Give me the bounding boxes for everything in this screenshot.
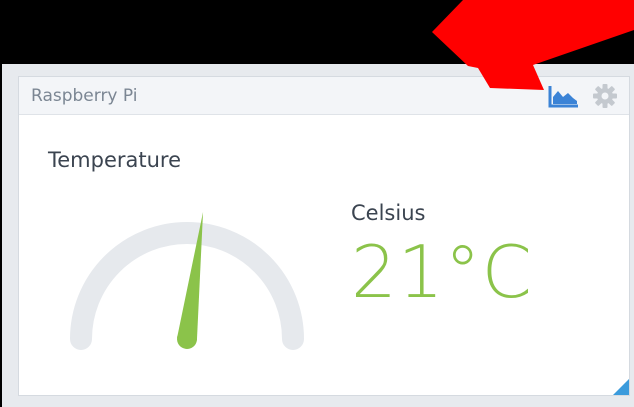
unit-label: Celsius	[351, 201, 426, 225]
temperature-gauge	[70, 212, 304, 350]
annotation-arrow	[432, 0, 634, 90]
resize-corner-icon	[613, 379, 629, 395]
raspberry-pi-widget: Raspberry Pi Temperature Celsius 21°C	[18, 76, 630, 396]
widget-body: Temperature Celsius 21°C	[19, 115, 629, 395]
temperature-value: 21°C	[351, 230, 533, 314]
screenshot-page: Raspberry Pi Temperature Celsius 21°C	[0, 0, 634, 407]
temperature-heading: Temperature	[48, 148, 182, 172]
resize-handle[interactable]	[613, 379, 629, 395]
